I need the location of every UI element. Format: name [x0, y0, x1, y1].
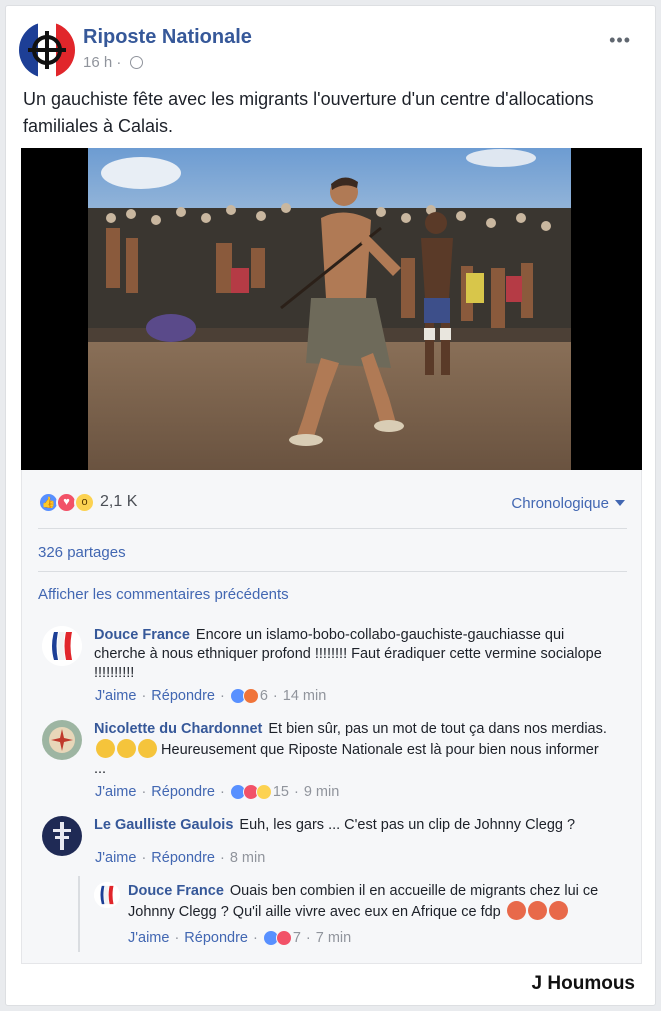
previous-comments-link[interactable]: Afficher les commentaires précédents	[38, 586, 289, 603]
comment-author[interactable]: Le Gaulliste Gaulois	[94, 817, 233, 833]
comment-time[interactable]: 14 min	[283, 688, 327, 704]
comment-actions: J'aime · Répondre · 6 · 14 min	[95, 688, 327, 704]
comment-text: Heureusement que Riposte Nationale est l…	[94, 742, 599, 777]
angry-icon	[242, 688, 259, 704]
caret-down-icon	[615, 500, 625, 506]
angry-emoji-icon	[527, 901, 547, 920]
comment-reaction-count: 15	[272, 784, 289, 800]
comment-author[interactable]: Nicolette du Chardonnet	[94, 721, 262, 737]
sort-dropdown[interactable]: Chronologique	[511, 495, 625, 512]
reply-thread: Douce France Ouais ben combien il en accu…	[78, 876, 641, 952]
comment-text: Euh, les gars ... C'est pas un clip de J…	[239, 817, 576, 833]
post-time[interactable]: 16 h	[83, 54, 112, 71]
love-icon	[275, 930, 292, 946]
commenter-avatar[interactable]	[42, 816, 82, 856]
globe-icon	[129, 56, 143, 69]
comment-actions: J'aime · Répondre · 7 · 7 min	[128, 930, 352, 946]
sort-label: Chronologique	[511, 495, 609, 512]
post-text: Un gauchiste fête avec les migrants l'ou…	[23, 89, 594, 136]
divider	[38, 571, 627, 572]
like-link[interactable]: J'aime	[95, 688, 136, 704]
comment-time[interactable]: 7 min	[316, 930, 351, 946]
annoyed-emoji-icon	[117, 739, 136, 758]
reply-link[interactable]: Répondre	[151, 784, 215, 800]
post-meta: 16 h ·	[83, 54, 143, 71]
meta-separator: ·	[116, 54, 122, 71]
comment-reaction-count: 6	[259, 688, 268, 704]
post-header: Riposte Nationale 16 h · •••	[19, 22, 639, 78]
annoyed-emoji-icon	[138, 739, 157, 758]
like-link[interactable]: J'aime	[95, 850, 136, 866]
angry-emoji-icon	[548, 901, 568, 920]
comment-author[interactable]: Douce France	[94, 627, 190, 643]
reply-comment: Douce France Ouais ben combien il en accu…	[94, 882, 634, 928]
post-card: Riposte Nationale 16 h · ••• Un gauchist…	[5, 5, 656, 1006]
like-link[interactable]: J'aime	[95, 784, 136, 800]
haha-icon	[255, 784, 272, 800]
reply-link[interactable]: Répondre	[151, 688, 215, 704]
comment-reactions[interactable]	[262, 930, 292, 946]
comment-actions: J'aime · Répondre · 15 · 9 min	[95, 784, 340, 800]
comment: Douce France Encore un islamo-bobo-collab…	[42, 626, 627, 696]
commenter-avatar[interactable]	[94, 882, 120, 908]
comment-reaction-count: 7	[292, 930, 301, 946]
commenter-avatar[interactable]	[42, 720, 82, 760]
comment-reactions[interactable]	[229, 784, 272, 800]
page-avatar[interactable]	[19, 22, 75, 78]
comment-time[interactable]: 8 min	[230, 850, 265, 866]
reply-link[interactable]: Répondre	[151, 850, 215, 866]
comment: Nicolette du Chardonnet Et bien sûr, pas …	[42, 720, 627, 790]
comment-author[interactable]: Douce France	[128, 883, 224, 899]
page-name[interactable]: Riposte Nationale	[83, 26, 252, 49]
post-footer: 👍 ♥ o 2,1 K Chronologique 326 partages A…	[21, 470, 642, 964]
comment-body: Nicolette du Chardonnet Et bien sûr, pas …	[94, 720, 614, 779]
comment-reactions[interactable]	[229, 688, 259, 704]
reply-link[interactable]: Répondre	[184, 930, 248, 946]
annoyed-emoji-icon	[96, 739, 115, 758]
wow-icon: o	[74, 491, 95, 513]
comment-actions: J'aime · Répondre · 8 min	[95, 850, 266, 866]
comment-body: Douce France Ouais ben combien il en accu…	[128, 882, 618, 922]
comment-text: Et bien sûr, pas un mot de tout ça dans …	[268, 721, 607, 737]
divider	[38, 528, 627, 529]
commenter-avatar[interactable]	[42, 626, 82, 666]
angry-emoji-icon	[506, 901, 526, 920]
comment-body: Le Gaulliste Gaulois Euh, les gars ... C'…	[94, 816, 614, 835]
ellipsis-icon[interactable]: •••	[609, 30, 631, 51]
comment-time[interactable]: 9 min	[304, 784, 339, 800]
like-link[interactable]: J'aime	[128, 930, 169, 946]
reactions-count: 2,1 K	[100, 493, 138, 510]
shares-link[interactable]: 326 partages	[38, 544, 126, 561]
post-photo[interactable]	[21, 148, 642, 470]
watermark: J Houmous	[531, 973, 635, 994]
comment-body: Douce France Encore un islamo-bobo-collab…	[94, 626, 614, 683]
reactions-summary[interactable]: 👍 ♥ o 2,1 K	[38, 490, 137, 514]
